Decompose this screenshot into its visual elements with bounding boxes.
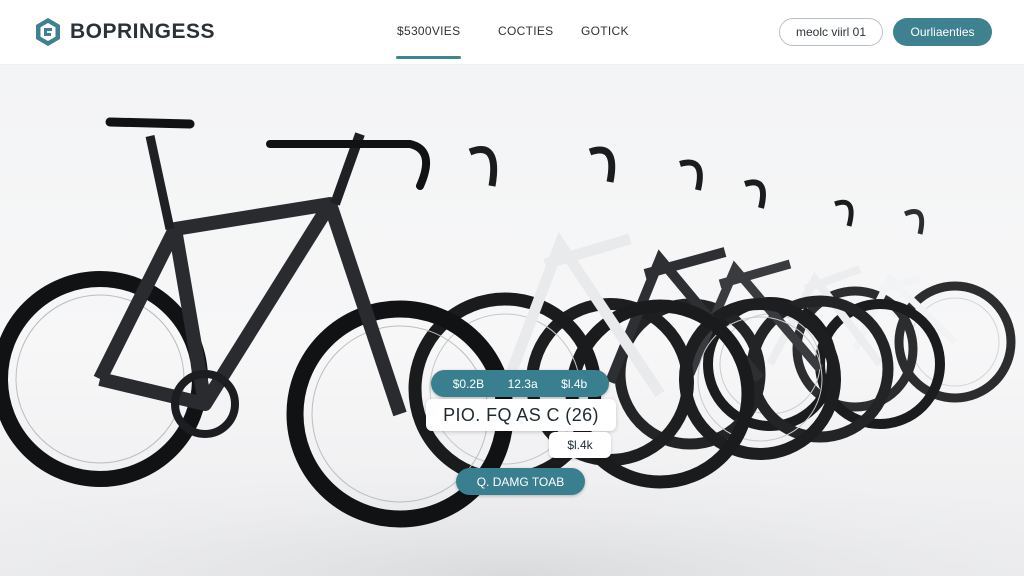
small-price-badge: $l.4k (549, 432, 611, 458)
price-stat-2: 12.3a (507, 376, 538, 391)
hero-banner: $0.2B 12.3a $l.4b PIO. FQ AS C (26) $l.4… (0, 64, 1024, 576)
brand-logo[interactable]: BOPRINGESS (34, 16, 215, 48)
nav-item-2[interactable]: COCTIES (498, 24, 553, 38)
price-stat-1: $0.2B (452, 376, 485, 391)
nav-item-3[interactable]: GOTICK (581, 24, 629, 38)
hero-cta-button[interactable]: Q. DAMG TOAB (456, 468, 585, 495)
hexagon-logo-icon (36, 18, 60, 46)
brand-name: BOPRINGESS (70, 20, 216, 43)
nav-item-1[interactable]: $5300VIES (395, 24, 462, 59)
price-stat-bar: $0.2B 12.3a $l.4b (431, 370, 609, 397)
top-header: BOPRINGESS $5300VIES COCTIES GOTICK meol… (0, 0, 1024, 65)
primary-button[interactable]: Ourliaenties (893, 18, 992, 46)
price-stat-3: $l.4b (561, 376, 588, 391)
road-bikes-lineup (0, 117, 1024, 576)
secondary-button[interactable]: meolc viirl 01 (779, 18, 883, 46)
model-label: PIO. FQ AS C (26) (426, 399, 616, 431)
